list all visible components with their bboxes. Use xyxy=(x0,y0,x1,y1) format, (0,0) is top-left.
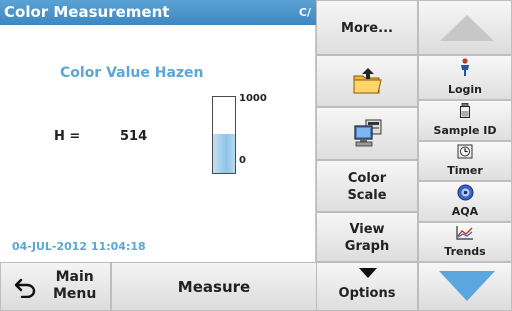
scroll-up-button[interactable] xyxy=(418,0,512,55)
view-graph-button[interactable]: View Graph xyxy=(316,212,418,262)
title-bar: Color Measurement C/ xyxy=(0,0,316,25)
timer-label: Timer xyxy=(447,164,483,177)
login-label: Login xyxy=(447,83,483,96)
export-button[interactable] xyxy=(316,55,418,107)
measure-button[interactable]: Measure xyxy=(111,262,317,311)
trend-chart-icon xyxy=(419,225,511,245)
sample-id-label: Sample ID xyxy=(433,124,497,137)
trends-label: Trends xyxy=(444,245,486,258)
computer-icon xyxy=(354,119,382,147)
main-menu-label: Main Menu xyxy=(53,269,97,302)
result-panel: Color Value Hazen H = 514 1000 0 04-JUL-… xyxy=(0,25,316,262)
scale-max-label: 1000 xyxy=(239,93,267,104)
header-corner-text: C/ xyxy=(298,6,311,19)
options-button[interactable]: Options xyxy=(316,262,418,311)
measurement-title: Color Value Hazen xyxy=(60,65,204,81)
view-graph-label: View Graph xyxy=(344,222,390,254)
result-value: 514 xyxy=(120,129,148,144)
aqa-button[interactable]: AQA xyxy=(418,181,512,222)
scale-min-label: 0 xyxy=(239,155,246,166)
login-button[interactable]: Login xyxy=(418,55,512,100)
result-label: H = xyxy=(54,129,81,144)
aqa-label: AQA xyxy=(451,205,479,218)
more-button[interactable]: More... xyxy=(316,0,418,55)
sample-bottle-icon xyxy=(419,103,511,123)
folder-export-icon xyxy=(353,68,382,94)
trends-button[interactable]: Trends xyxy=(418,222,512,262)
arrow-up-icon xyxy=(440,15,494,41)
color-scale-label: Color Scale xyxy=(347,171,387,203)
aqa-icon xyxy=(419,184,511,204)
more-label: More... xyxy=(341,21,393,36)
scale-bar-fill xyxy=(213,133,235,173)
person-icon xyxy=(419,58,511,78)
measure-label: Measure xyxy=(177,278,251,296)
arrow-down-icon xyxy=(439,271,495,301)
timer-button[interactable]: Timer xyxy=(418,141,512,181)
main-menu-button[interactable]: Main Menu xyxy=(0,262,111,311)
scale-bar xyxy=(212,96,236,174)
color-scale-button[interactable]: Color Scale xyxy=(316,160,418,212)
options-label: Options xyxy=(338,286,396,301)
options-arrow-icon xyxy=(359,268,377,278)
back-arrow-icon xyxy=(14,276,38,302)
scroll-down-button[interactable] xyxy=(418,262,512,311)
timestamp: 04-JUL-2012 11:04:18 xyxy=(12,240,146,253)
pc-button[interactable] xyxy=(316,107,418,160)
sample-id-button[interactable]: Sample ID xyxy=(418,100,512,141)
timer-icon xyxy=(419,144,511,164)
screen-title: Color Measurement xyxy=(4,3,170,21)
